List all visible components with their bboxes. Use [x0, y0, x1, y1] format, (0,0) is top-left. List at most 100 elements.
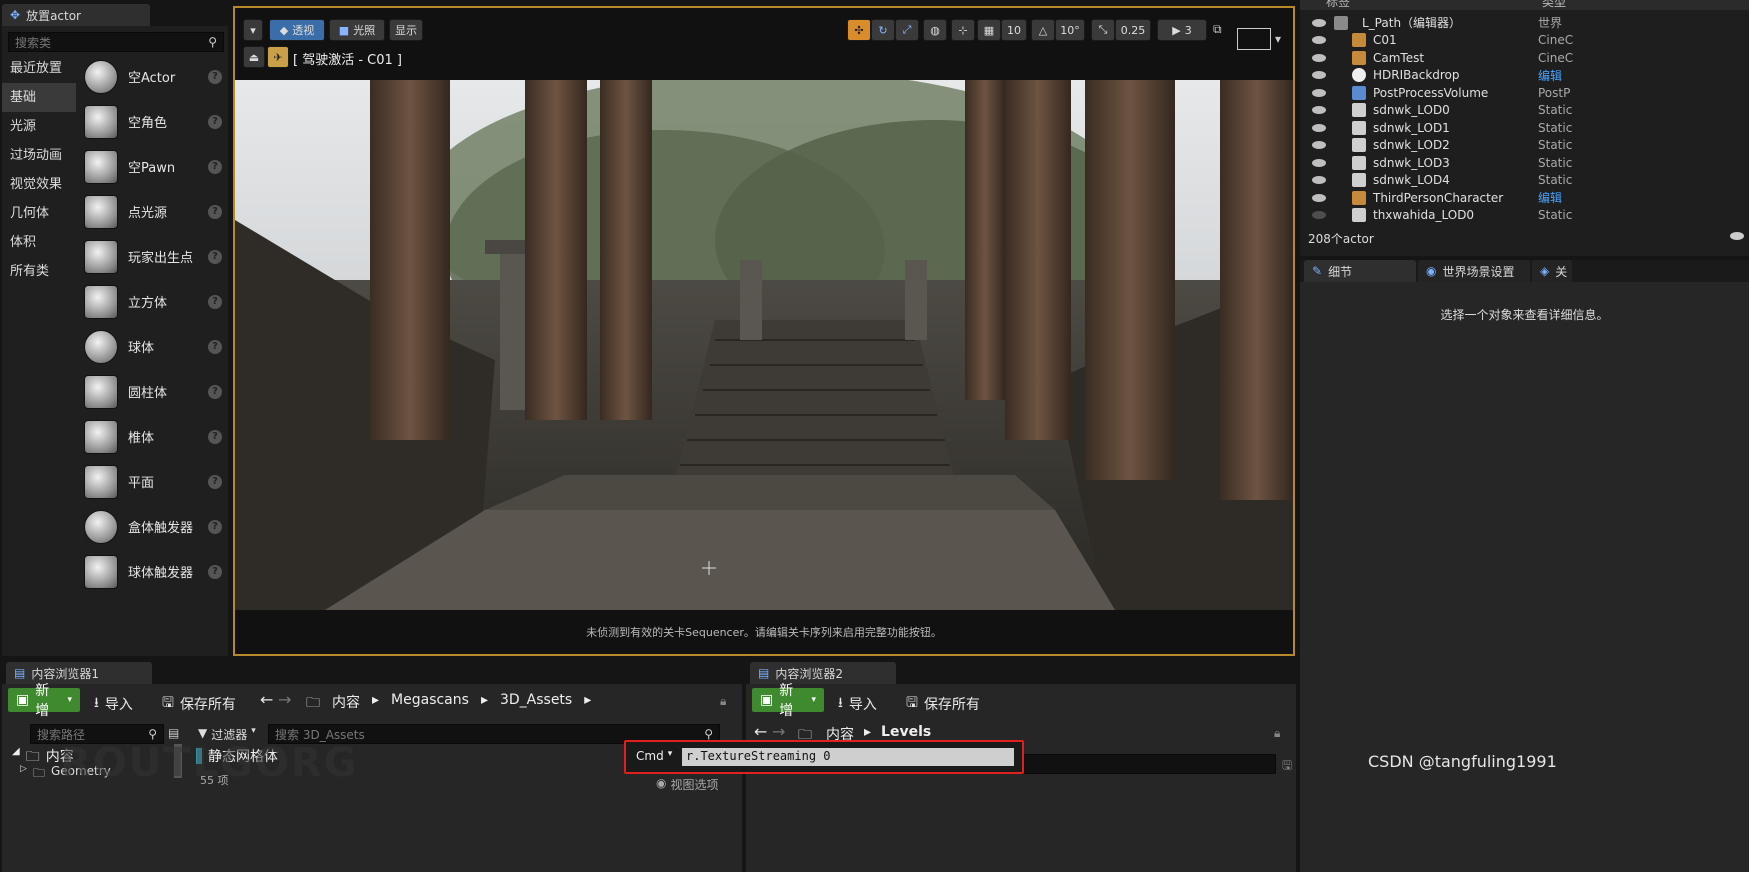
show-button[interactable]: 显示 — [389, 19, 423, 41]
rotation-snap-value[interactable]: 10° — [1055, 19, 1085, 41]
console-cmd-dropdown[interactable]: Cmd ▾ — [636, 749, 672, 763]
outliner-row[interactable]: sdnwk_LOD4 Static — [1304, 172, 1749, 190]
visibility-eye-icon[interactable] — [1312, 141, 1326, 150]
eject-button[interactable]: ⏏ — [243, 46, 265, 68]
cb2-save-search-icon[interactable]: 🖫 — [1282, 756, 1292, 777]
visibility-eye-icon[interactable] — [1312, 88, 1326, 97]
visibility-eye-icon[interactable] — [1312, 36, 1326, 45]
camera-speed-button[interactable]: ▶ 3 — [1157, 19, 1207, 41]
translate-tool-icon[interactable]: ✣ — [847, 19, 871, 41]
cb2-back-button[interactable]: ← — [754, 722, 767, 741]
visibility-eye-icon[interactable] — [1312, 193, 1326, 202]
console-input[interactable]: r.TextureStreaming 0 — [682, 748, 1014, 766]
actor-item[interactable]: 点光源? — [80, 189, 226, 234]
viewport[interactable]: ▾ ◆ 透视 ■ 光照 显示 ⏏ ✈ [ 驾驶激活 - C01 ] ✣ ↻ ⤢ ◍ … — [233, 6, 1295, 656]
content-browser-2-tab[interactable]: ▤ 内容浏览器2 — [750, 662, 896, 684]
visibility-eye-icon[interactable] — [1312, 71, 1326, 80]
help-icon[interactable]: ? — [208, 114, 222, 129]
actor-item[interactable]: 空角色? — [80, 99, 226, 144]
cb1-back-button[interactable]: ← — [260, 690, 273, 709]
category-item[interactable]: 最近放置 — [2, 54, 76, 83]
content-browser-1-tab[interactable]: ▤ 内容浏览器1 — [6, 662, 152, 684]
breadcrumb-3d-assets[interactable]: 3D_Assets — [500, 692, 572, 712]
tab-world-settings[interactable]: ◉ 世界场景设置 — [1418, 260, 1530, 282]
layout-dropdown-icon[interactable]: ▾ — [1275, 32, 1281, 46]
outliner-row[interactable]: sdnwk_LOD0 Static — [1304, 102, 1749, 120]
world-space-icon[interactable]: ◍ — [923, 19, 947, 41]
help-icon[interactable]: ? — [208, 384, 222, 399]
cb2-lock-icon[interactable]: 🔒︎ — [1274, 726, 1280, 741]
outliner-row[interactable]: HDRIBackdrop 编辑 — [1304, 67, 1749, 85]
category-item[interactable]: 光源 — [2, 112, 76, 141]
outliner-row[interactable]: sdnwk_LOD3 Static — [1304, 154, 1749, 172]
outliner-row[interactable]: sdnwk_LOD1 Static — [1304, 119, 1749, 137]
outliner-row[interactable]: ThirdPersonCharacter 编辑 — [1304, 189, 1749, 207]
category-item[interactable]: 过场动画 — [2, 141, 76, 170]
cb1-import-button[interactable]: ⭳ 导入 — [94, 692, 133, 716]
cb2-forward-button[interactable]: → — [772, 722, 785, 741]
help-icon[interactable]: ? — [208, 429, 222, 444]
visibility-eye-icon[interactable] — [1312, 123, 1326, 132]
breadcrumb-megascans[interactable]: Megascans — [391, 692, 469, 712]
rotate-tool-icon[interactable]: ↻ — [871, 19, 895, 41]
place-actors-tab[interactable]: ✥ 放置actor — [2, 4, 150, 26]
visibility-eye-icon[interactable] — [1312, 211, 1326, 220]
perspective-button[interactable]: ◆ 透视 — [269, 19, 325, 41]
actor-item[interactable]: 盒体触发器? — [80, 504, 226, 549]
outliner-row[interactable]: sdnwk_LOD2 Static — [1304, 137, 1749, 155]
actor-item[interactable]: 圆柱体? — [80, 369, 226, 414]
help-icon[interactable]: ? — [208, 159, 222, 174]
cb2-view-options[interactable]: ◉ 视图选项 — [656, 776, 719, 793]
tab-details[interactable]: ✎ 细节 — [1304, 260, 1416, 282]
lit-mode-button[interactable]: ■ 光照 — [329, 19, 385, 41]
help-icon[interactable]: ? — [208, 519, 222, 534]
category-item[interactable]: 基础 — [2, 83, 76, 112]
view-options-eye-icon[interactable] — [1730, 232, 1744, 240]
class-search-input[interactable]: 搜索类 ⚲ — [8, 32, 224, 52]
visibility-eye-icon[interactable] — [1312, 106, 1326, 115]
visibility-eye-icon[interactable] — [1312, 158, 1326, 167]
help-icon[interactable]: ? — [208, 339, 222, 354]
category-item[interactable]: 所有类 — [2, 257, 76, 286]
cb1-folder-icon[interactable]: 🗀 — [306, 692, 320, 716]
outliner-col-type[interactable]: 类型 — [1542, 0, 1566, 10]
help-icon[interactable]: ? — [208, 294, 222, 309]
rotation-snap-icon[interactable]: △ — [1031, 19, 1055, 41]
visibility-eye-icon[interactable] — [1312, 18, 1326, 27]
cb1-save-all-button[interactable]: 🖫 保存所有 — [162, 692, 236, 716]
help-icon[interactable]: ? — [208, 204, 222, 219]
pilot-actor-icon[interactable]: ✈ — [267, 46, 289, 68]
help-icon[interactable]: ? — [208, 249, 222, 264]
category-item[interactable]: 几何体 — [2, 199, 76, 228]
cb1-forward-button[interactable]: → — [278, 690, 291, 709]
actor-item[interactable]: 椎体? — [80, 414, 226, 459]
viewport-options-button[interactable]: ▾ — [243, 19, 263, 41]
grid-snap-icon[interactable]: ▦ — [977, 19, 1001, 41]
breadcrumb-content[interactable]: 内容 — [332, 692, 360, 712]
help-icon[interactable]: ? — [208, 69, 222, 84]
cb2-new-button[interactable]: ▣ 新增 ▾ — [752, 683, 824, 719]
outliner-row[interactable]: C01 CineC — [1304, 32, 1749, 50]
cb2-save-all-button[interactable]: 🖫 保存所有 — [906, 692, 980, 716]
outliner-row[interactable]: thxwahida_LOD0 Static — [1304, 207, 1749, 225]
outliner-col-label[interactable]: 标签 — [1326, 0, 1350, 10]
outliner-row[interactable]: CamTest CineC — [1304, 49, 1749, 67]
scale-snap-icon[interactable]: ⤡ — [1091, 19, 1115, 41]
actor-item[interactable]: 球体? — [80, 324, 226, 369]
cb2-import-button[interactable]: ⭳ 导入 — [838, 692, 877, 716]
actor-item[interactable]: 平面? — [80, 459, 226, 504]
actor-item[interactable]: 空Actor? — [80, 54, 226, 99]
scale-snap-value[interactable]: 0.25 — [1115, 19, 1151, 41]
category-item[interactable]: 体积 — [2, 228, 76, 257]
tree-toggle-icon[interactable]: ▤ — [168, 726, 179, 740]
visibility-eye-icon[interactable] — [1312, 176, 1326, 185]
surface-snap-icon[interactable]: ⊹ — [951, 19, 975, 41]
help-icon[interactable]: ? — [208, 564, 222, 579]
outliner-row[interactable]: L_Path（编辑器） 世界 — [1304, 14, 1749, 32]
cb1-new-button[interactable]: ▣ 新增 ▾ — [8, 683, 80, 719]
layout-icon[interactable] — [1237, 28, 1271, 50]
category-item[interactable]: 视觉效果 — [2, 170, 76, 199]
actor-item[interactable]: 空Pawn? — [80, 144, 226, 189]
actor-item[interactable]: 球体触发器? — [80, 549, 226, 594]
cb1-lock-icon[interactable]: 🔒︎ — [720, 694, 726, 709]
